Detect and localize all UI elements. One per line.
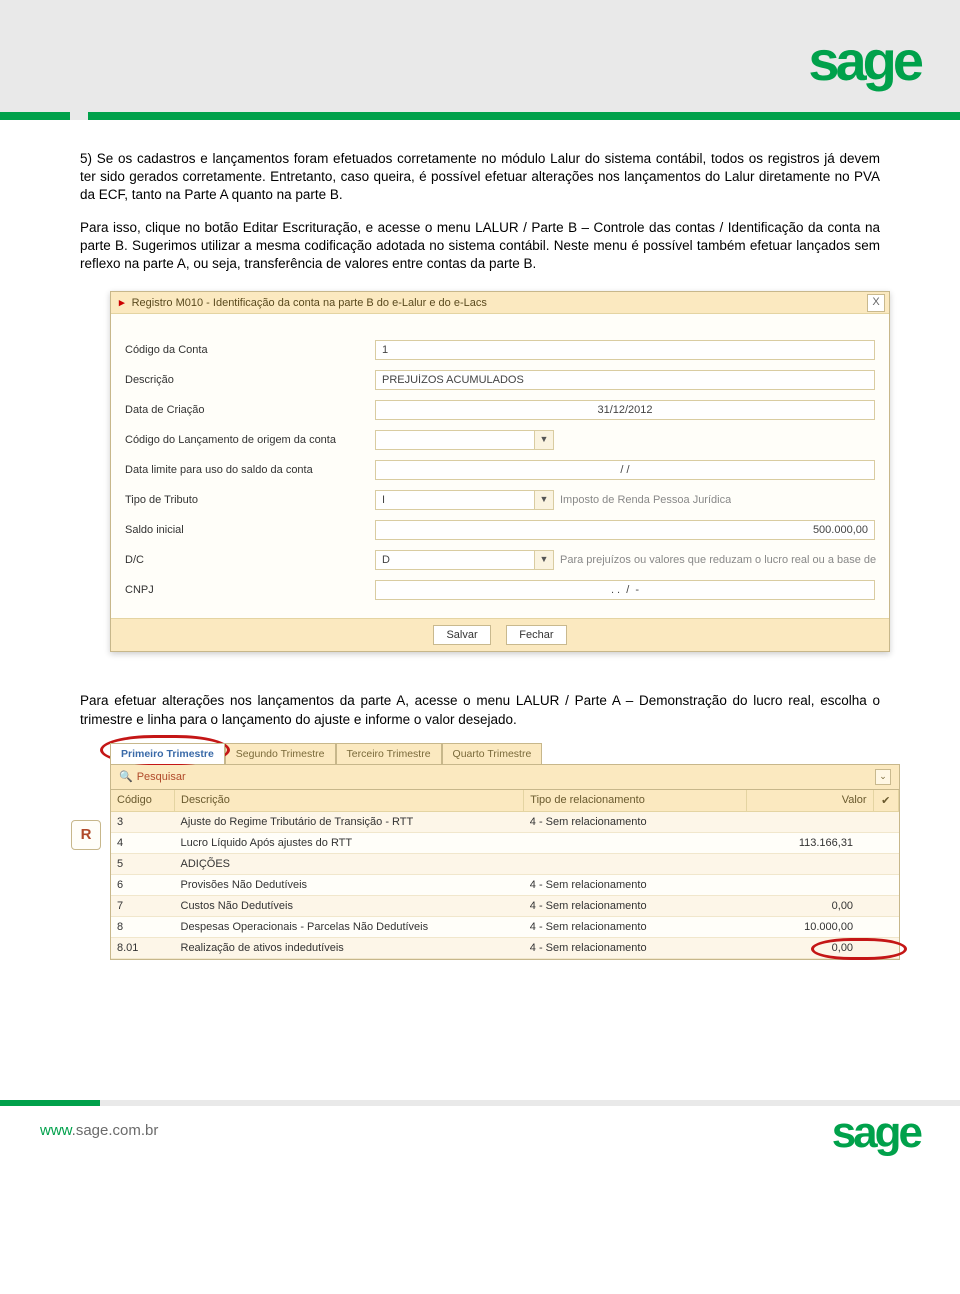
tab-primeiro-trimestre[interactable]: Primeiro Trimestre [110,743,225,764]
pesquisar-bar[interactable]: 🔍 Pesquisar ⌄ [110,764,900,790]
tipo-tributo-label: Tipo de Tributo [125,494,375,506]
cell-codigo: 8 [111,916,175,937]
cell-descricao: Realização de ativos indedutíveis [175,937,524,958]
table-row[interactable]: 7 Custos Não Dedutíveis 4 - Sem relacion… [111,895,899,916]
table-row[interactable]: 4 Lucro Líquido Após ajustes do RTT 113.… [111,832,899,853]
codigo-conta-label: Código da Conta [125,344,375,356]
col-check[interactable]: ✔ [873,790,898,812]
dc-input[interactable] [375,550,535,570]
saldo-inicial-input[interactable] [375,520,875,540]
cell-tipo: 4 - Sem relacionamento [524,895,746,916]
page-header: sage [0,0,960,120]
descricao-input[interactable] [375,370,875,390]
cell-tipo [524,832,746,853]
cell-valor [746,811,873,832]
cell-codigo: 6 [111,874,175,895]
cell-codigo: 8.01 [111,937,175,958]
lalur-grid: Código Descrição Tipo de relacionamento … [111,790,899,959]
brand-logo: sage [808,28,920,93]
cell-codigo: 7 [111,895,175,916]
cell-valor [746,874,873,895]
cell-valor: 10.000,00 [746,916,873,937]
tab-segundo-trimestre[interactable]: Segundo Trimestre [225,743,336,764]
header-notch [70,112,88,120]
cod-lanc-origem-input[interactable] [375,430,535,450]
cell-descricao: Lucro Líquido Após ajustes do RTT [175,832,524,853]
descricao-label: Descrição [125,374,375,386]
dropdown-icon[interactable]: ▼ [534,490,554,510]
footer-url-www: www [40,1122,72,1139]
codigo-conta-input[interactable] [375,340,875,360]
footer-url: www.sage.com.br [40,1122,158,1139]
tipo-tributo-input[interactable] [375,490,535,510]
dialog-footer: Salvar Fechar [111,618,889,651]
search-icon: 🔍 [119,770,133,783]
pesquisar-label: Pesquisar [137,771,186,783]
saldo-inicial-label: Saldo inicial [125,524,375,536]
cell-codigo: 4 [111,832,175,853]
tab-terceiro-trimestre[interactable]: Terceiro Trimestre [336,743,442,764]
cell-tipo: 4 - Sem relacionamento [524,937,746,958]
expand-icon[interactable]: ⌄ [875,769,891,785]
col-valor[interactable]: Valor [746,790,873,812]
dialog-body: Código da Conta Descrição Data de Criaçã… [111,314,889,618]
close-dialog-button[interactable]: Fechar [506,625,566,645]
cell-descricao: ADIÇÕES [175,853,524,874]
cell-codigo: 3 [111,811,175,832]
cell-valor: 0,00 [746,895,873,916]
table-row[interactable]: 8.01 Realização de ativos indedutíveis 4… [111,937,899,958]
cell-descricao: Provisões Não Dedutíveis [175,874,524,895]
data-limite-label: Data limite para uso do saldo da conta [125,464,375,476]
cell-valor: 0,00 [746,937,873,958]
cell-descricao: Ajuste do Regime Tributário de Transição… [175,811,524,832]
cnpj-input[interactable] [375,580,875,600]
grid-container: R Código Descrição Tipo de relacionament… [110,790,900,960]
trimestre-tabs: Primeiro Trimestre Segundo Trimestre Ter… [110,743,900,764]
r-badge[interactable]: R [71,820,101,850]
table-row[interactable]: 5 ADIÇÕES [111,853,899,874]
cell-tipo: 4 - Sem relacionamento [524,874,746,895]
paragraph-1: 5) Se os cadastros e lançamentos foram e… [80,150,880,205]
data-limite-input[interactable] [375,460,875,480]
flag-icon: ▸ [119,297,125,309]
page-content: 5) Se os cadastros e lançamentos foram e… [0,120,960,980]
dropdown-icon[interactable]: ▼ [534,430,554,450]
paragraph-2: Para isso, clique no botão Editar Escrit… [80,219,880,274]
col-codigo[interactable]: Código [111,790,175,812]
footer-brand-logo: sage [832,1108,920,1158]
cnpj-label: CNPJ [125,584,375,596]
page-footer: www.sage.com.br sage [0,1100,960,1170]
dropdown-icon[interactable]: ▼ [534,550,554,570]
data-criacao-input[interactable] [375,400,875,420]
table-row[interactable]: 8 Despesas Operacionais - Parcelas Não D… [111,916,899,937]
paragraph-3: Para efetuar alterações nos lançamentos … [80,692,880,728]
dialog-title-text: Registro M010 - Identificação da conta n… [132,297,487,309]
col-descricao[interactable]: Descrição [175,790,524,812]
dialog-titlebar: ▸ Registro M010 - Identificação da conta… [111,292,889,314]
cell-tipo: 4 - Sem relacionamento [524,811,746,832]
registro-m010-dialog: ▸ Registro M010 - Identificação da conta… [110,291,890,652]
footer-accent [0,1100,100,1106]
table-row[interactable]: 3 Ajuste do Regime Tributário de Transiç… [111,811,899,832]
cell-descricao: Despesas Operacionais - Parcelas Não Ded… [175,916,524,937]
cell-valor: 113.166,31 [746,832,873,853]
tipo-tributo-description: Imposto de Renda Pessoa Jurídica [560,494,731,506]
table-row[interactable]: 6 Provisões Não Dedutíveis 4 - Sem relac… [111,874,899,895]
cell-descricao: Custos Não Dedutíveis [175,895,524,916]
cod-lanc-origem-label: Código do Lançamento de origem da conta [125,434,375,446]
close-button[interactable]: X [867,294,885,312]
parte-a-screenshot: Primeiro Trimestre Segundo Trimestre Ter… [110,743,900,960]
data-criacao-label: Data de Criação [125,404,375,416]
dc-description: Para prejuízos ou valores que reduzam o … [560,554,876,566]
dc-label: D/C [125,554,375,566]
tab-quarto-trimestre[interactable]: Quarto Trimestre [442,743,543,764]
col-tipo[interactable]: Tipo de relacionamento [524,790,746,812]
cell-tipo: 4 - Sem relacionamento [524,916,746,937]
cell-valor [746,853,873,874]
save-button[interactable]: Salvar [433,625,490,645]
footer-url-rest: .sage.com.br [72,1122,159,1139]
cell-tipo [524,853,746,874]
cell-codigo: 5 [111,853,175,874]
